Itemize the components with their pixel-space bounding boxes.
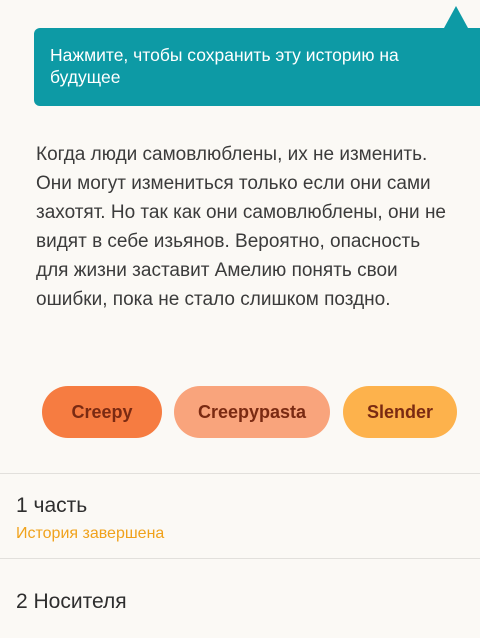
part-title: 1 часть [16, 494, 88, 517]
tooltip-arrow [444, 6, 468, 28]
part-status: История завершена [16, 525, 165, 542]
story-details-page: Нажмите, чтобы сохранить эту историю на … [0, 0, 480, 638]
tag-creepypasta[interactable]: Creepypasta [174, 386, 330, 438]
story-description: Когда люди самовлюблены, их не изменить.… [36, 144, 447, 310]
tooltip-text: Нажмите, чтобы сохранить эту историю на … [50, 45, 399, 87]
divider [0, 558, 480, 559]
tag-creepy[interactable]: Creepy [42, 386, 162, 438]
tag-slender[interactable]: Slender [343, 386, 457, 438]
save-story-tooltip[interactable]: Нажмите, чтобы сохранить эту историю на … [34, 28, 480, 106]
divider [0, 473, 480, 474]
tag-list: Creepy Creepypasta Slender [0, 386, 480, 438]
part-title: 2 Носителя [16, 590, 127, 613]
